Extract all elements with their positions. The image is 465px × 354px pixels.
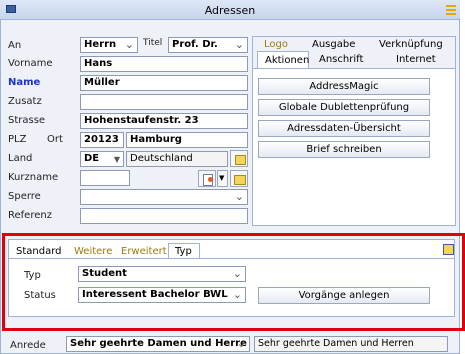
tab-logo[interactable]: Logo [264,39,288,50]
land-lookup-button[interactable] [230,150,248,167]
land-code: DE [84,153,100,164]
tab-anschrift[interactable]: Anschrift [319,54,363,65]
dublettenpruefung-button[interactable]: Globale Dublettenprüfung [258,99,430,116]
land-name-field: Deutschland [126,151,228,167]
anrede-label: Anrede [10,340,46,351]
chevron-down-icon: ⌄ [124,38,134,51]
sperre-label: Sperre [8,191,41,202]
an-label: An [8,40,22,51]
brief-schreiben-button[interactable]: Brief schreiben [258,141,430,158]
zusatz-label: Zusatz [8,96,42,107]
anrede-text-field: Sehr geehrte Damen und Herren [254,336,448,352]
land-code-combo[interactable]: DE ▼ [80,151,124,167]
chevron-down-icon: ⌄ [234,190,244,203]
plz-label: PLZ [8,134,27,145]
vorname-field[interactable]: Hans [80,56,248,72]
triangle-down-icon: ▼ [113,155,120,164]
folder-icon [234,175,246,185]
land-label: Land [8,153,33,164]
tab-internet[interactable]: Internet [396,54,436,65]
addressmagic-button[interactable]: AddressMagic [258,78,430,95]
referenz-field[interactable] [80,208,248,224]
chevron-down-icon: ⌄ [234,38,244,51]
titel-label: Titel [143,38,163,48]
kurzname-label: Kurzname [8,172,59,183]
tab-ausgabe[interactable]: Ausgabe [312,39,355,50]
kurzname-field[interactable] [80,170,130,186]
adressdaten-uebersicht-button[interactable]: Adressdaten-Übersicht [258,120,430,137]
zusatz-field[interactable] [80,94,248,110]
sperre-combo[interactable]: ⌄ [80,189,248,205]
anrede-combo[interactable]: Sehr geehrte Damen und Herre ⌄ [66,336,250,352]
triangle-down-icon: ▼ [219,174,225,182]
ort-label: Ort [47,134,63,145]
plz-field[interactable]: 20123 [80,132,124,148]
folder-icon [235,155,246,165]
name-field[interactable]: Müller [80,75,248,91]
titel-value: Prof. Dr. [172,39,218,50]
anrede-value: Sehr geehrte Damen und Herre [70,338,247,349]
window-title: Adressen [204,4,256,17]
titel-combo[interactable]: Prof. Dr. ⌄ [168,37,248,53]
tab-aktionen[interactable]: Aktionen [257,51,309,69]
strasse-field[interactable]: Hohenstaufenstr. 23 [80,113,248,129]
referenz-label: Referenz [8,210,52,221]
chevron-down-icon: ⌄ [236,337,246,350]
kurzname-dropdown-1[interactable]: ▼ [217,170,228,187]
tab-verknuepfung[interactable]: Verknüpfung [379,39,443,50]
ort-field[interactable]: Hamburg [126,132,248,148]
name-label: Name [8,77,41,88]
menu-icon[interactable] [446,4,456,15]
highlight-box [2,233,465,331]
kurzname-edit-button[interactable] [198,170,216,187]
an-combo[interactable]: Herrn ⌄ [80,37,138,53]
vorname-label: Vorname [8,58,53,69]
kurzname-folder-button[interactable] [230,170,248,187]
strasse-label: Strasse [8,115,46,126]
an-value: Herrn [84,39,117,50]
